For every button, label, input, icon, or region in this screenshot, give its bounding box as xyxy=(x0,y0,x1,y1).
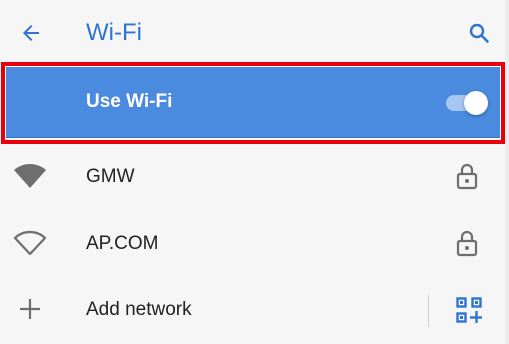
wifi-toggle[interactable] xyxy=(444,91,488,115)
wifi-filled-icon xyxy=(12,160,48,192)
arrow-left-icon xyxy=(23,25,39,41)
toolbar: Wi-Fi xyxy=(0,0,509,66)
toggle-thumb xyxy=(464,91,488,115)
network-name: GMW xyxy=(86,166,135,187)
back-button[interactable] xyxy=(10,12,52,54)
lock-icon xyxy=(452,225,482,261)
network-name: AP.COM xyxy=(86,233,159,254)
search-button[interactable] xyxy=(458,12,500,54)
screen-edge xyxy=(505,0,509,344)
qr-code-scan-icon xyxy=(456,297,482,323)
wifi-outline-icon xyxy=(12,227,48,259)
plus-icon xyxy=(12,293,48,325)
add-network-label: Add network xyxy=(86,299,192,320)
page-title: Wi-Fi xyxy=(86,19,142,46)
wifi-settings-screen: Wi-Fi Use Wi-Fi GMW AP.COM Add network xyxy=(0,0,509,344)
qr-scan-button[interactable] xyxy=(450,291,488,329)
search-icon xyxy=(469,23,489,43)
network-item-ap-com[interactable]: AP.COM xyxy=(0,211,509,277)
vertical-divider xyxy=(428,295,429,327)
use-wifi-switch-bar[interactable]: Use Wi-Fi xyxy=(6,67,500,138)
network-item-gmw[interactable]: GMW xyxy=(0,144,509,210)
add-network-item[interactable]: Add network xyxy=(0,277,509,343)
use-wifi-label: Use Wi-Fi xyxy=(86,91,173,112)
lock-icon xyxy=(452,158,482,194)
